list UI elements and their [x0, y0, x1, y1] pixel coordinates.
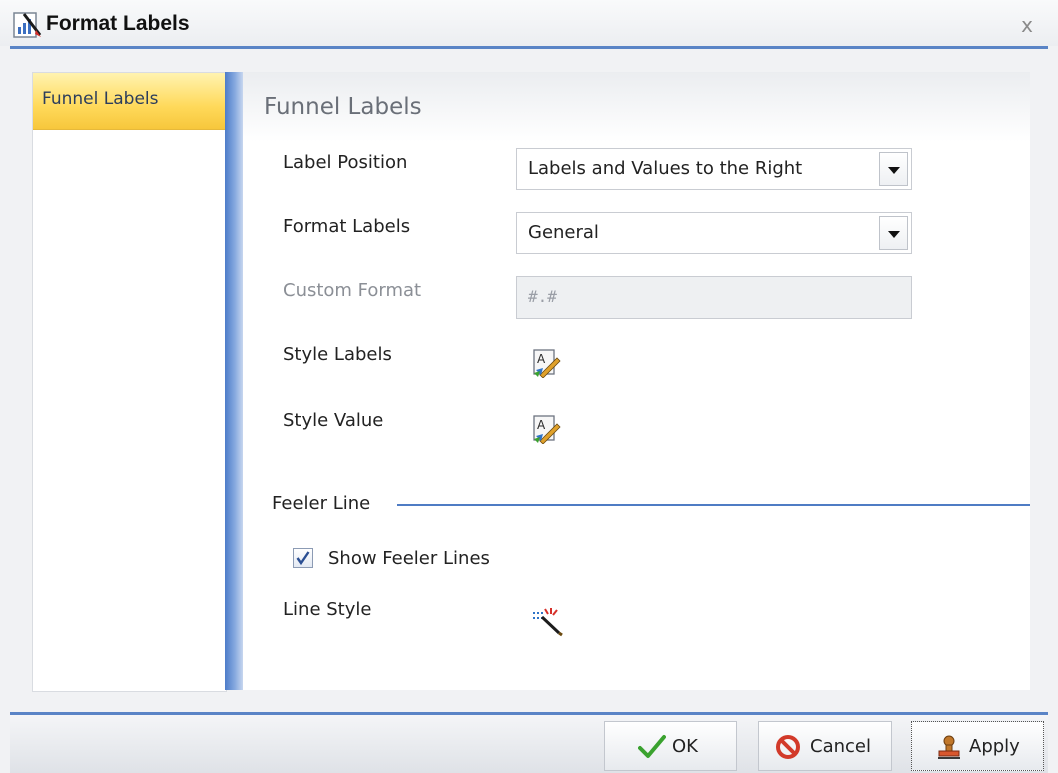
apply-button-label: Apply	[969, 736, 1020, 757]
check-icon	[638, 734, 666, 760]
format-labels-dropdown[interactable]: General	[516, 212, 912, 254]
chart-format-icon	[12, 10, 42, 40]
ok-button[interactable]: OK	[604, 721, 737, 771]
title-bar: Format Labels x	[0, 0, 1058, 46]
custom-format-input[interactable]: #.#	[516, 276, 912, 319]
checkmark-icon	[296, 551, 310, 566]
show-feeler-lines-label[interactable]: Show Feeler Lines	[328, 548, 490, 569]
svg-text:A: A	[537, 352, 546, 366]
title-divider	[10, 46, 1048, 49]
style-value-icon[interactable]: A	[531, 414, 561, 445]
category-nav: Funnel Labels	[32, 72, 227, 692]
format-labels-dialog: Format Labels x Funnel Labels Funnel Lab…	[0, 0, 1058, 773]
cancel-button-label: Cancel	[810, 736, 871, 757]
feeler-line-divider	[397, 504, 1030, 506]
style-value-label: Style Value	[283, 410, 384, 431]
line-style-icon[interactable]	[531, 603, 565, 637]
stamp-icon	[936, 734, 962, 760]
nav-splitter[interactable]	[225, 72, 243, 690]
svg-text:A: A	[537, 418, 546, 432]
button-bar	[10, 715, 1048, 773]
settings-panel: Funnel Labels Label Position Labels and …	[243, 72, 1030, 690]
style-labels-icon[interactable]: A	[531, 348, 561, 379]
nav-item-funnel-labels[interactable]: Funnel Labels	[33, 73, 225, 130]
chevron-down-icon	[888, 167, 900, 174]
nav-item-label: Funnel Labels	[42, 89, 159, 109]
format-labels-label: Format Labels	[283, 216, 411, 237]
label-position-dropdown-button[interactable]	[879, 152, 908, 186]
ok-button-label: OK	[672, 736, 698, 757]
custom-format-label: Custom Format	[283, 280, 422, 301]
cancel-icon	[775, 734, 801, 760]
apply-button[interactable]: Apply	[911, 721, 1044, 771]
show-feeler-lines-checkbox[interactable]	[293, 548, 313, 568]
dialog-title: Format Labels	[46, 12, 190, 35]
panel-header: Funnel Labels	[243, 72, 1030, 142]
close-button[interactable]: x	[1014, 12, 1040, 38]
style-labels-label: Style Labels	[283, 344, 392, 365]
label-position-dropdown[interactable]: Labels and Values to the Right	[516, 148, 912, 190]
chevron-down-icon	[888, 231, 900, 238]
feeler-line-section-title: Feeler Line	[272, 493, 371, 514]
custom-format-value: #.#	[528, 287, 557, 306]
format-labels-value: General	[528, 222, 599, 243]
close-icon[interactable]: x	[1021, 13, 1033, 37]
format-labels-dropdown-button[interactable]	[879, 216, 908, 250]
label-position-value: Labels and Values to the Right	[528, 158, 803, 179]
cancel-button[interactable]: Cancel	[758, 721, 892, 771]
line-style-label: Line Style	[283, 599, 372, 620]
label-position-label: Label Position	[283, 152, 408, 173]
panel-title: Funnel Labels	[264, 94, 422, 120]
